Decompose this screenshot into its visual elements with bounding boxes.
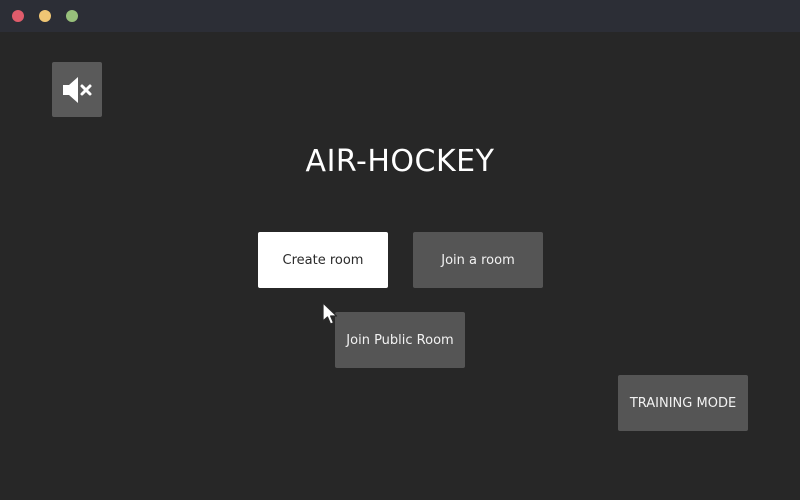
main-menu: AIR-HOCKEY Create room Join a room Join … <box>0 32 800 500</box>
speaker-muted-icon <box>63 76 92 103</box>
maximize-window-button[interactable] <box>66 10 78 22</box>
title-bar <box>0 0 800 33</box>
join-public-room-label: Join Public Room <box>346 332 454 348</box>
mute-toggle-button[interactable] <box>52 62 102 117</box>
page-title: AIR-HOCKEY <box>305 144 495 179</box>
create-room-label: Create room <box>282 252 364 268</box>
join-room-label: Join a room <box>441 252 515 268</box>
training-mode-label: TRAINING MODE <box>629 395 737 411</box>
create-room-button[interactable]: Create room <box>258 232 388 288</box>
close-window-button[interactable] <box>12 10 24 22</box>
minimize-window-button[interactable] <box>39 10 51 22</box>
app-window: AIR-HOCKEY Create room Join a room Join … <box>0 0 800 500</box>
training-mode-button[interactable]: TRAINING MODE <box>618 375 748 431</box>
join-public-room-button[interactable]: Join Public Room <box>335 312 465 368</box>
join-room-button[interactable]: Join a room <box>413 232 543 288</box>
